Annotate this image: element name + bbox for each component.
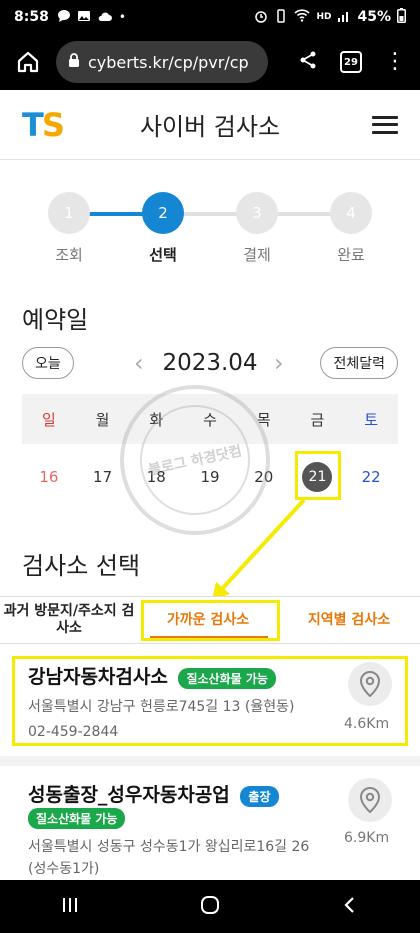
- chat-icon: [57, 9, 71, 26]
- recents-icon: [62, 897, 77, 912]
- alarm-icon: [254, 9, 268, 26]
- step-1: 1 조회: [29, 192, 109, 265]
- dot-icon: •: [118, 10, 126, 24]
- date-navigator: 오늘 ‹ 2023.04 › 전체달력: [22, 347, 398, 379]
- menu-button[interactable]: [372, 115, 398, 134]
- weekday-tue: 화: [149, 410, 164, 429]
- back-button[interactable]: [340, 895, 360, 919]
- center-distance: 6.9Km: [344, 830, 390, 846]
- center-card[interactable]: 성동출장_성우자동차공업 출장 질소산화물 가능 서울특별시 성동구 성수동1가…: [0, 770, 420, 880]
- day-cell[interactable]: 17: [76, 452, 130, 502]
- share-button[interactable]: [298, 50, 318, 74]
- wifi-icon: [294, 9, 311, 25]
- center-name: 성동출장_성우자동차공업: [28, 784, 230, 806]
- gallery-icon: [77, 9, 91, 26]
- tab-region-centers[interactable]: 지역별 검사소: [278, 597, 420, 643]
- more-menu-icon[interactable]: ⋮: [384, 51, 406, 73]
- weekday-sun: 일: [41, 410, 56, 429]
- weekday-wed: 수: [203, 410, 217, 429]
- day-cell[interactable]: 19: [183, 452, 237, 502]
- home-circle-icon: [200, 895, 219, 914]
- center-address: 서울특별시 성동구 성수동1가 왕십리로16길 26 (성수동1가): [28, 839, 310, 877]
- prev-week-button[interactable]: ‹: [134, 348, 144, 378]
- home-icon: [17, 51, 39, 73]
- url-text: cyberts.kr/cp/pvr/cp: [88, 52, 249, 72]
- recent-apps-button[interactable]: [60, 895, 80, 919]
- battery-percent: 45%: [357, 9, 391, 25]
- address-bar[interactable]: cyberts.kr/cp/pvr/cp: [56, 41, 268, 83]
- card-divider: [0, 756, 420, 766]
- reservation-title: 예약일: [22, 306, 89, 334]
- lock-icon: [68, 52, 80, 72]
- battery-icon: [397, 8, 406, 26]
- app-header: TS 사이버 검사소: [0, 90, 420, 160]
- today-button[interactable]: 오늘: [22, 347, 74, 379]
- browser-toolbar: cyberts.kr/cp/pvr/cp 29 ⋮: [0, 34, 420, 90]
- weekday-thu: 목: [256, 410, 271, 429]
- weekday-sat: 토: [364, 410, 379, 429]
- status-time: 8:58: [14, 9, 49, 25]
- back-icon: [344, 896, 355, 913]
- weekday-header: 일 월 화 수 목 금 토: [22, 394, 398, 444]
- full-calendar-button[interactable]: 전체달력: [320, 347, 398, 379]
- ts-logo[interactable]: TS: [22, 106, 65, 144]
- cloud-icon: [97, 10, 113, 25]
- highlight-center-card: [12, 656, 408, 746]
- status-bar: 8:58 • HD 45%: [0, 0, 420, 34]
- center-select-title: 검사소 선택: [22, 552, 141, 580]
- share-icon: [300, 51, 316, 69]
- signal-icon: [337, 10, 351, 25]
- tab-past-visits[interactable]: 과거 방문지/주소지 검사소: [0, 597, 138, 643]
- home-button[interactable]: [10, 44, 46, 80]
- day-cell[interactable]: 18: [129, 452, 183, 502]
- notification-icons: •: [57, 9, 126, 26]
- week-days-row: 16 17 18 19 20 21 22: [22, 452, 398, 502]
- nox-badge: 질소산화물 가능: [28, 808, 126, 829]
- tab-switcher-button[interactable]: 29: [340, 51, 362, 73]
- home-nav-button[interactable]: [199, 894, 221, 920]
- page-title: 사이버 검사소: [139, 113, 281, 141]
- day-cell[interactable]: 20: [237, 452, 291, 502]
- weekday-mon: 월: [95, 410, 110, 429]
- highlight-selected-day: [295, 451, 341, 500]
- day-cell[interactable]: 22: [344, 452, 398, 502]
- location-pin-icon: [359, 787, 381, 813]
- step-2: 2 선택: [123, 192, 203, 265]
- vibrate-icon: [274, 8, 288, 26]
- map-pin-button[interactable]: [348, 778, 392, 822]
- progress-stepper: 1 조회 2 선택 3 결제 4 완료: [30, 192, 390, 272]
- highlight-nearby-tab: [141, 600, 280, 641]
- step-4: 4 완료: [311, 192, 391, 265]
- hamburger-icon: [372, 115, 398, 119]
- hd-icon: HD: [316, 12, 332, 22]
- day-cell[interactable]: 16: [22, 452, 76, 502]
- weekday-fri: 금: [310, 410, 325, 429]
- step-3: 3 결제: [217, 192, 297, 265]
- field-badge: 출장: [240, 786, 279, 807]
- next-week-button[interactable]: ›: [274, 348, 284, 378]
- system-nav-bar: [0, 880, 420, 933]
